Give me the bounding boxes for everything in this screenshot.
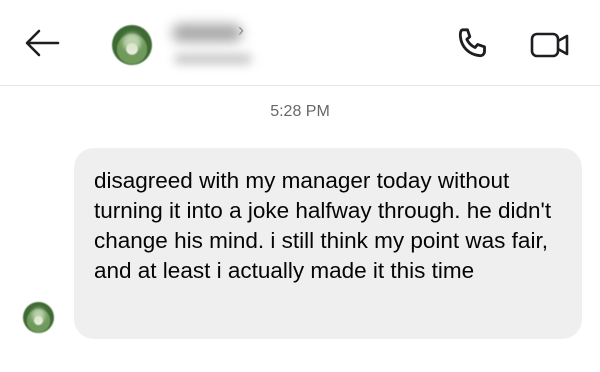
sender-avatar[interactable] (23, 302, 54, 333)
message-bubble[interactable]: disagreed with my manager today without … (74, 148, 582, 339)
contact-avatar[interactable] (112, 25, 152, 65)
message-text: disagreed with my manager today without … (94, 168, 552, 283)
message-timestamp: 5:28 PM (270, 103, 330, 120)
contact-name-blurred (172, 24, 242, 42)
chat-header: › (0, 0, 600, 86)
back-button[interactable] (22, 26, 62, 60)
chevron-right-icon: › (238, 20, 244, 40)
phone-icon (458, 28, 486, 58)
audio-call-button[interactable] (452, 24, 492, 64)
video-call-button[interactable] (526, 26, 572, 64)
contact-info[interactable]: › (172, 18, 292, 70)
video-camera-icon (530, 32, 569, 58)
back-arrow-icon (25, 29, 60, 57)
contact-status-blurred (174, 54, 252, 64)
